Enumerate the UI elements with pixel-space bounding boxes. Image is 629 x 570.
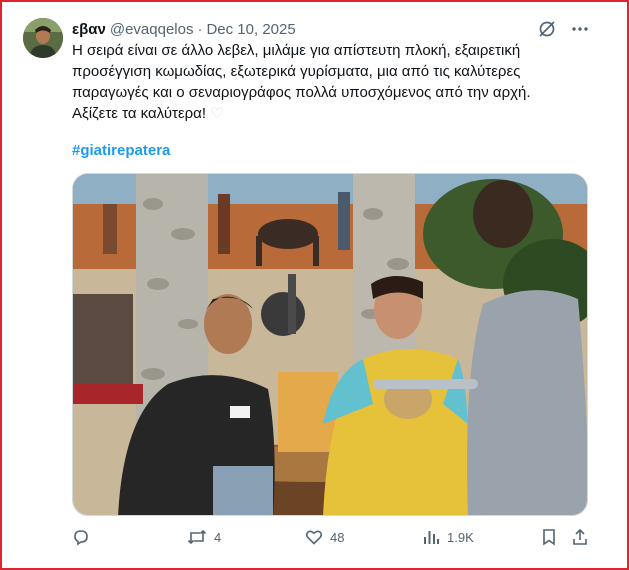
more-icon[interactable]: [571, 20, 589, 38]
author-handle[interactable]: @evaqqelos: [110, 21, 194, 38]
hashtag-link[interactable]: #giatirepatera: [72, 142, 170, 159]
tweet-date[interactable]: Dec 10, 2025: [206, 21, 295, 38]
tweet-text-line: προσέγγιση κωμωδίας, εξωτερικά γυρίσματα…: [72, 63, 521, 80]
share-icon: [571, 528, 589, 546]
avatar[interactable]: [23, 18, 63, 58]
tweet-text-line: Η σειρά είναι σε άλλο λεβελ, μιλάμε για …: [72, 42, 521, 59]
bookmark-button[interactable]: [541, 528, 557, 546]
share-button[interactable]: [571, 528, 589, 546]
like-count: 48: [330, 529, 345, 545]
views-count: 1.9K: [447, 529, 474, 545]
views-icon: [422, 528, 440, 546]
like-icon: [305, 528, 323, 546]
reply-icon: [72, 528, 90, 546]
tweet-text: Η σειρά είναι σε άλλο λεβελ, μιλάμε για …: [72, 40, 572, 124]
tweet-actions: 4 48 1.9K: [72, 528, 590, 552]
reply-button[interactable]: [72, 528, 90, 546]
like-button[interactable]: 48: [305, 528, 344, 546]
tweet-text-line: Αξίζετε τα καλύτερα! ♡: [72, 103, 572, 124]
tweet-text-line: παραγωγές και ο σεναριογράφος πολλά υποσ…: [72, 84, 531, 101]
tweet-text-line-end: Αξίζετε τα καλύτερα!: [72, 105, 211, 122]
tweet-header: εβαν @evaqqelos · Dec 10, 2025: [72, 19, 296, 39]
views-button[interactable]: 1.9K: [422, 528, 474, 546]
tweet-photo[interactable]: [72, 173, 588, 516]
retweet-button[interactable]: 4: [187, 528, 221, 546]
retweet-icon: [187, 528, 207, 546]
retweet-count: 4: [214, 529, 222, 545]
separator-dot: ·: [197, 20, 203, 38]
tweet-top-actions: [537, 19, 589, 39]
bookmark-icon: [541, 528, 557, 546]
author-name[interactable]: εβαν: [72, 21, 106, 38]
grok-icon[interactable]: [537, 19, 557, 39]
white-heart-emoji: ♡: [210, 105, 224, 122]
